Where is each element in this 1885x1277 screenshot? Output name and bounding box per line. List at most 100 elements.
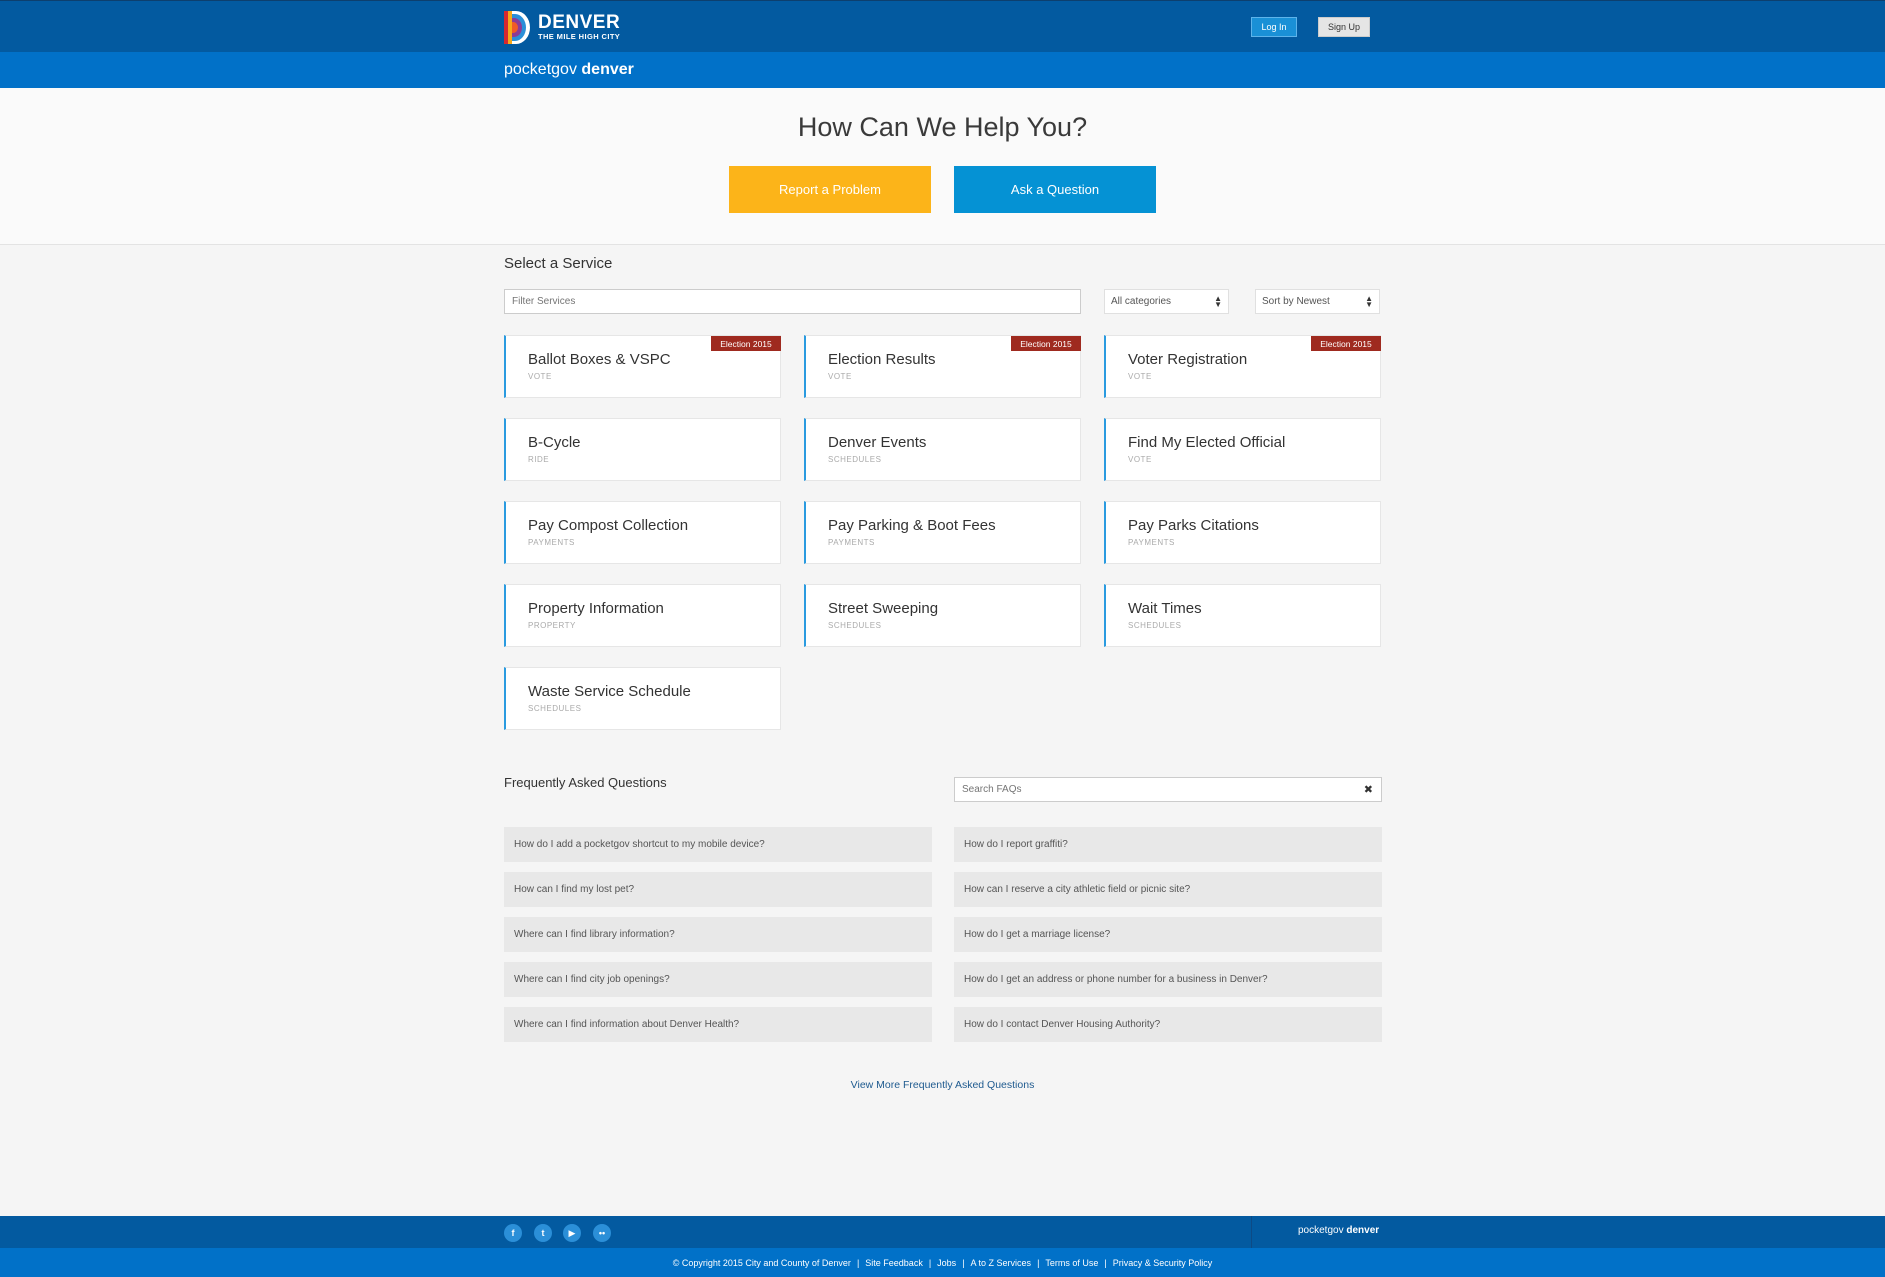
service-card-title: Voter Registration (1128, 351, 1248, 368)
signup-button[interactable]: Sign Up (1318, 17, 1370, 37)
logo-title: DENVER (538, 12, 621, 33)
faq-item[interactable]: How do I get an address or phone number … (954, 962, 1382, 997)
faq-item[interactable]: How can I reserve a city athletic field … (954, 872, 1382, 907)
top-header: DENVER THE MILE HIGH CITY Log In Sign Up (0, 0, 1885, 52)
ask-question-button[interactable]: Ask a Question (954, 166, 1156, 213)
footer-link[interactable]: Terms of Use (1045, 1258, 1098, 1268)
service-card[interactable]: Street Sweeping SCHEDULES (804, 584, 1081, 647)
service-card-category: PAYMENTS (1128, 538, 1175, 547)
service-card[interactable]: Denver Events SCHEDULES (804, 418, 1081, 481)
service-card-category: SCHEDULES (828, 621, 882, 630)
faq-item[interactable]: How do I get a marriage license? (954, 917, 1382, 952)
service-card-category: VOTE (1128, 455, 1152, 464)
faq-item[interactable]: Where can I find library information? (504, 917, 932, 952)
service-card[interactable]: Election Results VOTE Election 2015 (804, 335, 1081, 398)
service-card-title: B-Cycle (528, 434, 581, 451)
brand-bold: denver (581, 61, 634, 78)
view-more-faqs-link[interactable]: View More Frequently Asked Questions (0, 1079, 1885, 1091)
service-card[interactable]: Wait Times SCHEDULES (1104, 584, 1381, 647)
service-card-title: Waste Service Schedule (528, 683, 691, 700)
sort-select-value: Sort by Newest (1262, 296, 1330, 307)
footer-brand[interactable]: pocketgov denver (1298, 1225, 1379, 1236)
footer-separator: | (928, 1257, 932, 1268)
twitter-icon[interactable]: t (534, 1224, 552, 1242)
service-card-title: Denver Events (828, 434, 927, 451)
faq-item[interactable]: Where can I find city job openings? (504, 962, 932, 997)
footer-link[interactable]: Jobs (937, 1258, 956, 1268)
election-badge: Election 2015 (1011, 336, 1081, 351)
services-title: Select a Service (504, 255, 613, 272)
page-title: How Can We Help You? (797, 112, 1088, 142)
service-card-category: SCHEDULES (1128, 621, 1182, 630)
youtube-icon[interactable]: ▶ (563, 1224, 581, 1242)
service-card[interactable]: Find My Elected Official VOTE (1104, 418, 1381, 481)
service-card-category: VOTE (528, 372, 552, 381)
service-card-title: Pay Parking & Boot Fees (828, 517, 996, 534)
service-card-title: Find My Elected Official (1128, 434, 1286, 451)
election-badge: Election 2015 (1311, 336, 1381, 351)
service-card-category: VOTE (828, 372, 852, 381)
brand-bar: pocketgov denver (0, 52, 1885, 88)
footer-separator: | (1037, 1257, 1040, 1268)
select-arrows-icon: ▲ ▼ (1365, 293, 1373, 309)
service-card[interactable]: Pay Compost Collection PAYMENTS (504, 501, 781, 564)
service-card[interactable]: Property Information PROPERTY (504, 584, 781, 647)
service-card-category: SCHEDULES (528, 704, 582, 713)
service-card-title: Election Results (828, 351, 936, 368)
faq-title: Frequently Asked Questions (504, 775, 667, 790)
service-card-category: VOTE (1128, 372, 1152, 381)
select-arrows-icon: ▲ ▼ (1214, 293, 1222, 309)
footer-link[interactable]: A to Z Services (971, 1258, 1032, 1268)
footer-link[interactable]: Site Feedback (865, 1258, 923, 1268)
service-card-category: SCHEDULES (828, 455, 882, 464)
service-card-title: Ballot Boxes & VSPC (528, 351, 671, 368)
footer-brand-bold: denver (1346, 1225, 1380, 1236)
service-card[interactable]: Waste Service Schedule SCHEDULES (504, 667, 781, 730)
service-card[interactable]: Pay Parks Citations PAYMENTS (1104, 501, 1381, 564)
denver-logo[interactable]: DENVER THE MILE HIGH CITY (504, 11, 620, 44)
faq-search-input[interactable] (955, 778, 1355, 801)
service-card-title: Pay Compost Collection (528, 517, 689, 534)
filter-services-input[interactable] (504, 289, 1081, 314)
footer-separator: | (1104, 1257, 1107, 1268)
faq-item[interactable]: How do I report graffiti? (954, 827, 1382, 862)
denver-logo-icon (504, 11, 530, 44)
flickr-icon[interactable]: •• (593, 1224, 611, 1242)
footer-separator: | (962, 1257, 965, 1268)
close-icon[interactable]: ✖ (1364, 783, 1373, 796)
service-card-category: PROPERTY (528, 621, 576, 630)
faq-item[interactable]: How do I add a pocketgov shortcut to my … (504, 827, 932, 862)
hero-section: How Can We Help You? Report a Problem As… (0, 88, 1885, 245)
faq-item[interactable]: Where can I find information about Denve… (504, 1007, 932, 1042)
footer-top: f t ▶ •• pocketgov denver (0, 1216, 1885, 1248)
service-card-title: Property Information (528, 600, 664, 617)
faq-item[interactable]: How can I find my lost pet? (504, 872, 932, 907)
service-card-category: RIDE (528, 455, 550, 464)
service-card-category: PAYMENTS (528, 538, 575, 547)
election-badge: Election 2015 (711, 336, 781, 351)
report-problem-button[interactable]: Report a Problem (729, 166, 931, 213)
footer-brand-prefix: pocketgov (1298, 1225, 1347, 1236)
service-card-title: Street Sweeping (828, 600, 939, 617)
service-card[interactable]: Voter Registration VOTE Election 2015 (1104, 335, 1381, 398)
facebook-icon[interactable]: f (504, 1224, 522, 1242)
service-card-category: PAYMENTS (828, 538, 875, 547)
sort-select[interactable]: Sort by Newest ▲ ▼ (1255, 289, 1380, 314)
pocketgov-brand[interactable]: pocketgov denver (504, 61, 634, 79)
footer-divider (1251, 1216, 1252, 1248)
category-select[interactable]: All categories ▲ ▼ (1104, 289, 1229, 314)
login-button[interactable]: Log In (1251, 17, 1297, 37)
service-card[interactable]: Ballot Boxes & VSPC VOTE Election 2015 (504, 335, 781, 398)
service-card-title: Wait Times (1128, 600, 1202, 617)
faq-item[interactable]: How do I contact Denver Housing Authorit… (954, 1007, 1382, 1042)
category-select-value: All categories (1111, 296, 1172, 307)
service-card[interactable]: Pay Parking & Boot Fees PAYMENTS (804, 501, 1081, 564)
brand-prefix: pocketgov (504, 61, 582, 78)
faq-search-box[interactable]: ✖ (954, 777, 1382, 802)
copyright-text: © Copyright 2015 City and County of Denv… (672, 1257, 851, 1268)
footer-separator: | (856, 1257, 860, 1268)
footer-link[interactable]: Privacy & Security Policy (1113, 1258, 1213, 1268)
service-card[interactable]: B-Cycle RIDE (504, 418, 781, 481)
service-card-title: Pay Parks Citations (1128, 517, 1259, 534)
logo-subtitle: THE MILE HIGH CITY (538, 32, 621, 41)
